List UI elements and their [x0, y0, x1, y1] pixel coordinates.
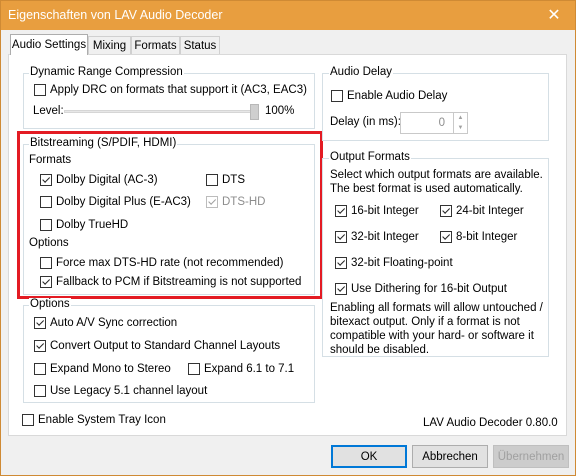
int8-checkbox[interactable]: 8-bit Integer [440, 231, 517, 243]
delay-spinner[interactable]: ▲ ▼ [454, 112, 468, 134]
expand-61-checkbox[interactable]: Expand 6.1 to 7.1 [188, 363, 294, 375]
float32-checkbox[interactable]: 32-bit Floating-point [335, 257, 453, 269]
legacy-51-checkbox[interactable]: Use Legacy 5.1 channel layout [34, 385, 207, 397]
int32-label: 32-bit Integer [351, 231, 419, 243]
ok-button[interactable]: OK [331, 445, 407, 468]
force-dts-hd-checkbox[interactable]: Force max DTS-HD rate (not recommended) [40, 257, 284, 269]
int24-label: 24-bit Integer [456, 205, 524, 217]
fallback-pcm-box[interactable] [40, 276, 52, 288]
force-dts-hd-box[interactable] [40, 257, 52, 269]
int16-checkbox[interactable]: 16-bit Integer [335, 205, 419, 217]
options-legend: Options [29, 298, 71, 310]
system-tray-checkbox[interactable]: Enable System Tray Icon [22, 414, 166, 426]
fallback-pcm-checkbox[interactable]: Fallback to PCM if Bitstreaming is not s… [40, 276, 301, 288]
auto-av-sync-label: Auto A/V Sync correction [50, 317, 178, 329]
int24-box[interactable] [440, 205, 452, 217]
audio-delay-legend: Audio Delay [329, 66, 394, 78]
output-description-line-1: Select which output formats are availabl… [330, 169, 543, 181]
int24-checkbox[interactable]: 24-bit Integer [440, 205, 524, 217]
cancel-button[interactable]: Abbrechen [412, 445, 488, 468]
dolby-digital-plus-label: Dolby Digital Plus (E-AC3) [56, 196, 191, 208]
version-text: LAV Audio Decoder 0.80.0 [423, 417, 558, 429]
close-icon[interactable]: ✕ [532, 0, 576, 30]
int8-label: 8-bit Integer [456, 231, 518, 243]
title-bar: Eigenschaften von LAV Audio Decoder ✕ [0, 0, 576, 30]
formats-sublabel: Formats [29, 154, 72, 166]
level-slider-track[interactable] [64, 110, 259, 113]
apply-drc-checkbox[interactable]: Apply DRC on formats that support it (AC… [34, 84, 307, 96]
int8-box[interactable] [440, 231, 452, 243]
int32-box[interactable] [335, 231, 347, 243]
spin-up-icon[interactable]: ▲ [454, 113, 467, 123]
dolby-truehd-box[interactable] [40, 219, 52, 231]
enable-audio-delay-label: Enable Audio Delay [347, 90, 448, 102]
level-value: 100% [265, 105, 295, 117]
apply-button[interactable]: Übernehmen [493, 445, 569, 468]
system-tray-label: Enable System Tray Icon [38, 414, 166, 426]
delay-input[interactable]: 0 [400, 112, 454, 134]
window-title: Eigenschaften von LAV Audio Decoder [8, 8, 223, 22]
convert-output-box[interactable] [34, 340, 46, 352]
auto-av-sync-box[interactable] [34, 317, 46, 329]
float32-box[interactable] [335, 257, 347, 269]
apply-drc-box[interactable] [34, 84, 46, 96]
int32-checkbox[interactable]: 32-bit Integer [335, 231, 419, 243]
system-tray-box[interactable] [22, 414, 34, 426]
output-note-line-2: bitexact output. Only if a format is not [330, 316, 520, 328]
output-note-line-3: compatible with your hard- or software i… [330, 330, 534, 342]
apply-drc-label: Apply DRC on formats that support it (AC… [50, 84, 307, 96]
dolby-truehd-label: Dolby TrueHD [56, 219, 129, 231]
dolby-digital-box[interactable] [40, 174, 52, 186]
dolby-digital-label: Dolby Digital (AC-3) [56, 174, 158, 186]
dts-hd-box [206, 196, 218, 208]
dts-hd-checkbox: DTS-HD [206, 196, 265, 208]
enable-audio-delay-box[interactable] [331, 90, 343, 102]
drc-legend: Dynamic Range Compression [29, 66, 184, 78]
enable-audio-delay-checkbox[interactable]: Enable Audio Delay [331, 90, 447, 102]
convert-output-label: Convert Output to Standard Channel Layou… [50, 340, 281, 352]
output-note-line-4: should be disabled. [330, 344, 430, 356]
fallback-pcm-label: Fallback to PCM if Bitstreaming is not s… [56, 276, 302, 288]
float32-label: 32-bit Floating-point [351, 257, 453, 269]
expand-mono-box[interactable] [34, 363, 46, 375]
int16-box[interactable] [335, 205, 347, 217]
dithering-label: Use Dithering for 16-bit Output [351, 283, 507, 295]
dts-box[interactable] [206, 174, 218, 186]
expand-61-box[interactable] [188, 363, 200, 375]
convert-output-checkbox[interactable]: Convert Output to Standard Channel Layou… [34, 340, 280, 352]
output-note-line-1: Enabling all formats will allow untouche… [330, 302, 543, 314]
level-label: Level: [33, 105, 64, 117]
output-formats-legend: Output Formats [329, 151, 411, 163]
tab-audio-settings[interactable]: Audio Settings [10, 34, 88, 55]
delay-ms-label: Delay (in ms): [330, 116, 401, 128]
auto-av-sync-checkbox[interactable]: Auto A/V Sync correction [34, 317, 177, 329]
expand-61-label: Expand 6.1 to 7.1 [204, 363, 295, 375]
legacy-51-box[interactable] [34, 385, 46, 397]
dts-checkbox[interactable]: DTS [206, 174, 245, 186]
tab-status[interactable]: Status [180, 36, 220, 55]
dithering-box[interactable] [335, 283, 347, 295]
dolby-digital-plus-box[interactable] [40, 196, 52, 208]
output-description-line-2: The best format is used automatically. [330, 183, 523, 195]
int16-label: 16-bit Integer [351, 205, 419, 217]
dolby-truehd-checkbox[interactable]: Dolby TrueHD [40, 219, 128, 231]
level-slider-thumb[interactable] [250, 104, 259, 120]
force-dts-hd-label: Force max DTS-HD rate (not recommended) [56, 257, 284, 269]
bitstreaming-legend: Bitstreaming (S/PDIF, HDMI) [29, 137, 178, 149]
dts-hd-label: DTS-HD [222, 196, 266, 208]
dts-label: DTS [222, 174, 245, 186]
spin-down-icon[interactable]: ▼ [454, 123, 467, 133]
dolby-digital-checkbox[interactable]: Dolby Digital (AC-3) [40, 174, 158, 186]
expand-mono-label: Expand Mono to Stereo [50, 363, 171, 375]
tab-mixing[interactable]: Mixing [88, 36, 131, 55]
options-sublabel: Options [29, 237, 69, 249]
dolby-digital-plus-checkbox[interactable]: Dolby Digital Plus (E-AC3) [40, 196, 191, 208]
drc-group [23, 73, 315, 129]
expand-mono-checkbox[interactable]: Expand Mono to Stereo [34, 363, 171, 375]
dithering-checkbox[interactable]: Use Dithering for 16-bit Output [335, 283, 507, 295]
legacy-51-label: Use Legacy 5.1 channel layout [50, 385, 208, 397]
tab-formats[interactable]: Formats [131, 36, 180, 55]
